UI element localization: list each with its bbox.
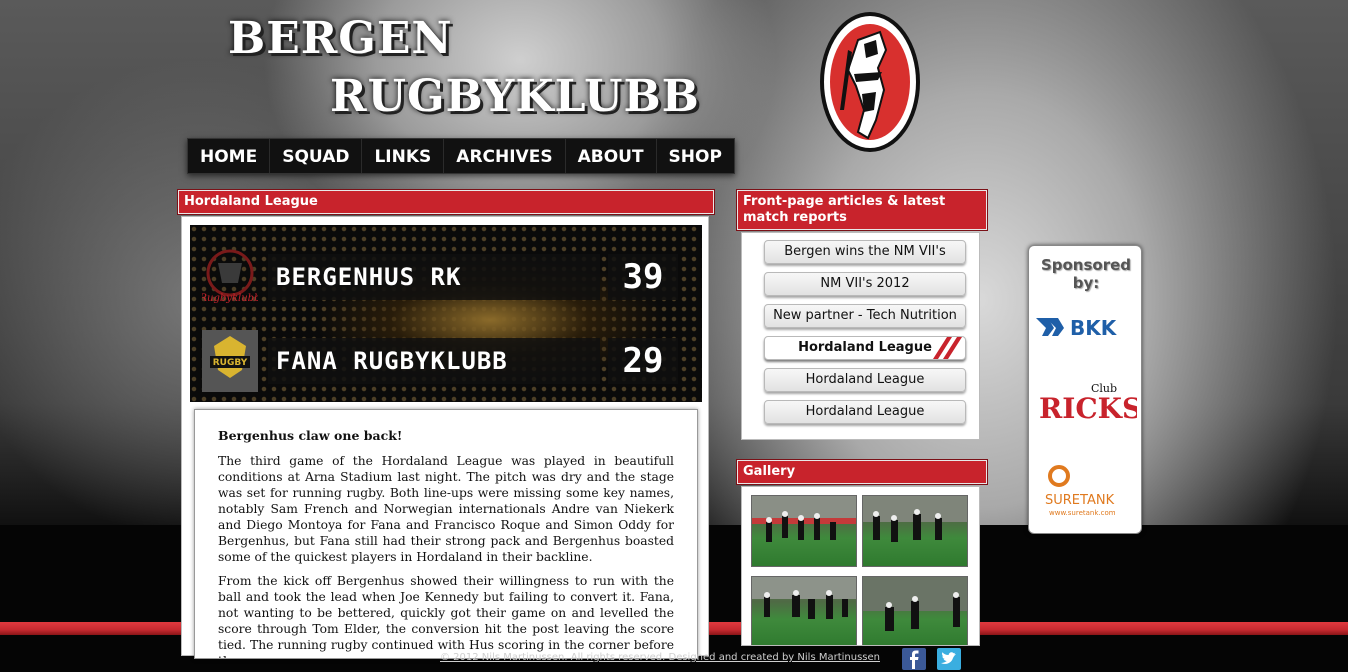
bergenhus-logo-icon: Rugbyklubb [202, 246, 258, 308]
bkk-logo-text: BKK [1070, 316, 1118, 340]
site-title[interactable]: BERGEN RUGBYKLUBB [228, 10, 700, 126]
league-header: Hordaland League [178, 190, 714, 214]
sponsor-title: Sponsored by: [1040, 256, 1132, 292]
article-paragraph-1: The third game of the Hordaland League w… [218, 454, 674, 564]
nav-home[interactable]: HOME [188, 139, 271, 173]
frontpage-header: Front-page articles & latest match repor… [737, 190, 987, 230]
scoreboard: Rugbyklubb BERGENHUS RK 39 RUGBY FANA RU… [190, 225, 702, 402]
twitter-icon[interactable] [937, 648, 961, 670]
frontpage-item[interactable]: Hordaland League [764, 368, 966, 392]
fana-logo-icon: RUGBY [202, 330, 258, 392]
site-title-line1: BERGEN [228, 13, 453, 64]
article-body: Bergenhus claw one back! The third game … [194, 409, 698, 659]
nav-archives[interactable]: ARCHIVES [444, 139, 566, 173]
frontpage-list: Bergen wins the NM VII's NM VII's 2012 N… [741, 232, 980, 440]
article-headline: Bergenhus claw one back! [218, 428, 403, 443]
active-stripes-icon [933, 337, 962, 359]
gallery-thumbnail[interactable] [862, 576, 968, 645]
league-panel: Rugbyklubb BERGENHUS RK 39 RUGBY FANA RU… [181, 216, 709, 659]
nav-about[interactable]: ABOUT [566, 139, 657, 173]
gallery-thumbnail[interactable] [751, 576, 857, 645]
ricks-logo-text: RICKS [1039, 392, 1137, 424]
article-paragraph-2: From the kick off Bergenhus showed their… [218, 574, 674, 658]
away-team-row: RUGBY FANA RUGBYKLUBB 29 [202, 330, 688, 392]
nav-shop[interactable]: SHOP [657, 139, 734, 173]
gallery-panel [741, 486, 980, 646]
away-team-name: FANA RUGBYKLUBB [268, 338, 600, 384]
facebook-icon[interactable] [902, 648, 926, 670]
home-team-name: BERGENHUS RK [268, 254, 600, 300]
ricks-logo-icon[interactable]: RICKS Club [1037, 374, 1137, 424]
nav-links[interactable]: LINKS [362, 139, 445, 173]
gallery-thumbnail[interactable] [751, 495, 857, 567]
main-nav: HOME SQUAD LINKS ARCHIVES ABOUT SHOP [187, 138, 735, 174]
frontpage-item-label: Hordaland League [798, 340, 932, 355]
suretank-logo-url: www.suretank.com [1049, 509, 1116, 517]
home-team-score: 39 [608, 254, 678, 300]
site-title-line2: RUGBYKLUBB [330, 71, 700, 122]
frontpage-item[interactable]: New partner - Tech Nutrition [764, 304, 966, 328]
frontpage-item[interactable]: Bergen wins the NM VII's [764, 240, 966, 264]
frontpage-item-active[interactable]: Hordaland League [764, 336, 966, 360]
frontpage-item[interactable]: Hordaland League [764, 400, 966, 424]
footer-copyright[interactable]: © 2012 Nils Martinussen. All rights rese… [440, 652, 880, 663]
home-team-row: Rugbyklubb BERGENHUS RK 39 [202, 246, 688, 308]
ricks-logo-small-text: Club [1091, 382, 1117, 395]
fana-logo-text: RUGBY [213, 358, 248, 368]
away-team-score: 29 [608, 338, 678, 384]
bergenhus-logo-text: Rugbyklubb [202, 293, 258, 304]
frontpage-item[interactable]: NM VII's 2012 [764, 272, 966, 296]
suretank-logo-text: SURETANK [1045, 493, 1115, 508]
gallery-thumbnail[interactable] [862, 495, 968, 567]
bkk-logo-icon[interactable]: BKK [1034, 314, 1138, 340]
sponsor-panel: Sponsored by: BKK RICKS Club SURETANK ww… [1028, 245, 1142, 534]
gallery-header: Gallery [737, 460, 987, 484]
suretank-logo-icon[interactable]: SURETANK www.suretank.com [1039, 462, 1135, 518]
nav-squad[interactable]: SQUAD [270, 139, 363, 173]
club-logo-icon[interactable] [818, 10, 922, 154]
